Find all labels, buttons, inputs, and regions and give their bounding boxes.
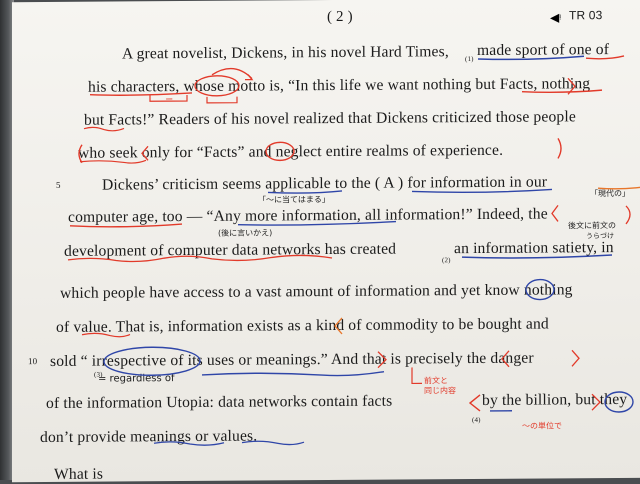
annotation-urazuke: うらづけ xyxy=(586,231,614,241)
text-line-5: Dickens’ criticism seems applicable to t… xyxy=(102,173,547,194)
text-line-6: computer age, too — “Any more informatio… xyxy=(68,205,548,226)
annotation-tani: ～の単位で xyxy=(522,420,562,431)
mark-4: (4) xyxy=(472,416,481,424)
page-number: ( 2 ) xyxy=(327,9,353,26)
text-line-2: his characters, whose motto is, “In this… xyxy=(88,75,590,97)
annotation-a-note: 「～に当てはまる」 xyxy=(258,194,330,206)
line-number-5: 5 xyxy=(56,180,61,190)
text-line-7: development of computer data networks ha… xyxy=(64,241,396,261)
text-line-3: but Facts!” Readers of his novel realize… xyxy=(84,108,576,129)
track-number: TR 03 xyxy=(569,8,602,22)
text-line-13: What is xyxy=(54,466,103,484)
red-lt-by xyxy=(470,395,480,411)
text-line-11b: by the billion, but they xyxy=(482,391,627,410)
text-line-9: of value. That is, information exists as… xyxy=(56,315,549,336)
textbook-page: ( 2 ) ◀ᵎ TR 03 A great novelist, Dickens… xyxy=(12,0,640,482)
text-line-1b: made sport of one of xyxy=(477,41,609,60)
annotation-zenbun: 後文に前文の xyxy=(568,220,616,231)
text-line-7b: an information satiety, in xyxy=(454,239,614,258)
text-line-8: which people have access to a vast amoun… xyxy=(60,281,573,303)
red-arrow-precisely xyxy=(412,367,422,383)
mark-2: (2) xyxy=(442,256,451,264)
line-number-10: 10 xyxy=(28,356,37,366)
annotation-regardless: = regardless of xyxy=(98,373,175,385)
text-line-11: of the information Utopia: data networks… xyxy=(46,393,392,413)
annotation-onaji: 同じ内容 xyxy=(424,385,456,396)
annotation-equals: = xyxy=(165,95,173,106)
text-line-1: A great novelist, Dickens, in his novel … xyxy=(122,43,449,63)
text-line-4: who seek only for “Facts” and neglect en… xyxy=(78,142,503,163)
mark-1: (1) xyxy=(465,55,474,63)
text-line-12: don’t provide meanings or values. xyxy=(40,428,257,448)
blue-wavy-meanings xyxy=(202,372,384,377)
annotation-iikae: (後に言いかえ) xyxy=(218,227,272,238)
speaker-icon: ◀ᵎ xyxy=(550,10,561,25)
text-line-10: sold “ irrespective of its uses or meani… xyxy=(50,350,534,371)
bracket-indeed xyxy=(552,205,558,221)
annotation-gendai: 「現代の」 xyxy=(590,188,630,199)
